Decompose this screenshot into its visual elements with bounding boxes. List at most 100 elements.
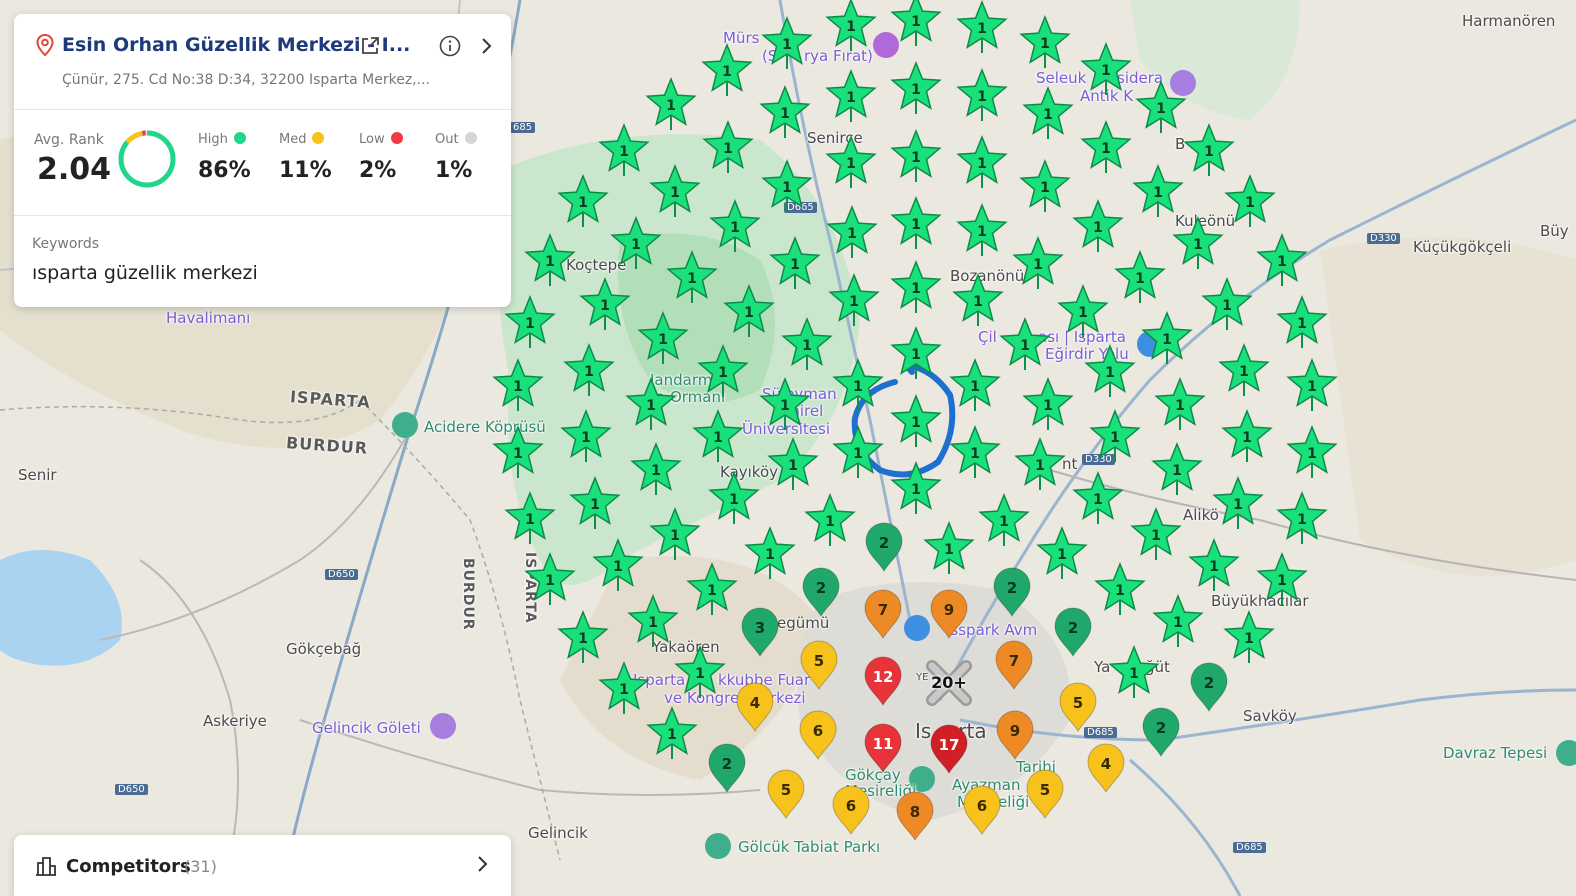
- rank-star-marker[interactable]: 1: [759, 376, 811, 437]
- rank-star-marker[interactable]: 1: [1141, 310, 1193, 371]
- rank-star-marker[interactable]: 1: [781, 316, 833, 377]
- rank-star-marker[interactable]: 1: [492, 357, 544, 418]
- rank-star-marker[interactable]: 1: [504, 490, 556, 551]
- rank-pin-marker[interactable]: 2: [992, 566, 1032, 623]
- rank-star-marker[interactable]: 1: [1084, 343, 1136, 404]
- rank-star-marker[interactable]: 1: [759, 84, 811, 145]
- rank-star-marker[interactable]: 1: [923, 520, 975, 581]
- rank-star-marker[interactable]: 1: [1114, 249, 1166, 310]
- rank-star-marker[interactable]: 1: [1212, 475, 1264, 536]
- rank-star-marker[interactable]: 1: [956, 134, 1008, 195]
- rank-star-marker[interactable]: 1: [1080, 41, 1132, 102]
- rank-star-marker[interactable]: 1: [492, 424, 544, 485]
- rank-star-marker[interactable]: 1: [649, 506, 701, 567]
- competitors-bar[interactable]: Competitors (31): [14, 835, 511, 896]
- rank-star-marker[interactable]: 1: [1135, 79, 1187, 140]
- rank-star-marker[interactable]: 1: [674, 644, 726, 705]
- rank-pin-marker[interactable]: 8: [895, 790, 935, 847]
- rank-pin-marker[interactable]: 5: [1025, 768, 1065, 825]
- rank-pin-marker[interactable]: 9: [929, 588, 969, 645]
- rank-star-marker[interactable]: 1: [557, 173, 609, 234]
- rank-star-marker[interactable]: 1: [646, 705, 698, 766]
- rank-star-marker[interactable]: 1: [524, 232, 576, 293]
- rank-pin-marker[interactable]: 5: [1058, 681, 1098, 738]
- rank-star-marker[interactable]: 1: [1057, 283, 1109, 344]
- rank-pin-marker[interactable]: 4: [1086, 742, 1126, 799]
- rank-pin-marker[interactable]: 2: [801, 566, 841, 623]
- rank-star-marker[interactable]: 1: [1019, 14, 1071, 75]
- rank-star-marker[interactable]: 1: [1224, 173, 1276, 234]
- rank-pin-marker[interactable]: 12: [863, 655, 903, 712]
- rank-star-marker[interactable]: 1: [560, 408, 612, 469]
- rank-star-marker[interactable]: 1: [832, 357, 884, 418]
- rank-star-marker[interactable]: 1: [825, 134, 877, 195]
- rank-star-marker[interactable]: 1: [761, 158, 813, 219]
- rank-star-marker[interactable]: 1: [952, 272, 1004, 333]
- rank-star-marker[interactable]: 1: [1019, 158, 1071, 219]
- rank-star-marker[interactable]: 1: [610, 215, 662, 276]
- rank-pin-marker[interactable]: 9: [995, 709, 1035, 766]
- chevron-right-icon[interactable]: [474, 34, 498, 58]
- rank-star-marker[interactable]: 1: [1172, 215, 1224, 276]
- rank-pin-marker[interactable]: 2: [707, 742, 747, 799]
- rank-pin-marker[interactable]: 3: [740, 606, 780, 663]
- rank-pin-marker[interactable]: 2: [1053, 606, 1093, 663]
- rank-star-marker[interactable]: 1: [692, 408, 744, 469]
- rank-star-marker[interactable]: 1: [956, 67, 1008, 128]
- rank-pin-marker[interactable]: 2: [1141, 706, 1181, 763]
- rank-star-marker[interactable]: 1: [826, 204, 878, 265]
- rank-star-marker[interactable]: 1: [569, 475, 621, 536]
- rank-star-marker[interactable]: 1: [701, 42, 753, 103]
- rank-star-marker[interactable]: 1: [524, 551, 576, 612]
- rank-star-marker[interactable]: 1: [1022, 376, 1074, 437]
- rank-pin-marker[interactable]: 5: [799, 639, 839, 696]
- rank-star-marker[interactable]: 1: [702, 119, 754, 180]
- rank-star-marker[interactable]: 1: [825, 0, 877, 58]
- rank-star-marker[interactable]: 1: [890, 60, 942, 121]
- rank-star-marker[interactable]: 1: [949, 424, 1001, 485]
- info-icon[interactable]: [438, 34, 462, 58]
- rank-star-marker[interactable]: 1: [769, 235, 821, 296]
- rank-pin-marker[interactable]: 6: [962, 784, 1002, 841]
- rank-star-marker[interactable]: 1: [1276, 294, 1328, 355]
- rank-star-marker[interactable]: 1: [666, 249, 718, 310]
- rank-star-marker[interactable]: 1: [1108, 644, 1160, 705]
- rank-star-marker[interactable]: 1: [890, 259, 942, 320]
- rank-star-marker[interactable]: 1: [999, 316, 1051, 377]
- rank-star-marker[interactable]: 1: [1218, 342, 1270, 403]
- rank-star-marker[interactable]: 1: [1223, 609, 1275, 670]
- rank-star-marker[interactable]: 1: [723, 283, 775, 344]
- rank-star-marker[interactable]: 1: [1022, 85, 1074, 146]
- rank-star-marker[interactable]: 1: [645, 76, 697, 137]
- rank-pin-marker[interactable]: 2: [864, 521, 904, 578]
- rank-pin-marker[interactable]: 5: [766, 768, 806, 825]
- rank-star-marker[interactable]: 1: [956, 202, 1008, 263]
- rank-star-marker[interactable]: 1: [1094, 561, 1146, 622]
- rank-star-marker[interactable]: 1: [1276, 490, 1328, 551]
- rank-star-marker[interactable]: 1: [956, 0, 1008, 60]
- rank-star-marker[interactable]: 1: [949, 357, 1001, 418]
- rank-pin-marker[interactable]: 11: [863, 722, 903, 779]
- rank-star-marker[interactable]: 1: [978, 492, 1030, 553]
- rank-star-marker[interactable]: 1: [686, 561, 738, 622]
- rank-star-marker[interactable]: 1: [1154, 376, 1206, 437]
- rank-star-marker[interactable]: 1: [1221, 408, 1273, 469]
- rank-pin-marker[interactable]: 6: [831, 784, 871, 841]
- rank-pin-marker[interactable]: 2: [1189, 661, 1229, 718]
- rank-star-marker[interactable]: 1: [890, 325, 942, 386]
- rank-star-marker[interactable]: 1: [828, 272, 880, 333]
- rank-pin-marker[interactable]: 7: [863, 588, 903, 645]
- rank-star-marker[interactable]: 1: [761, 15, 813, 76]
- chevron-right-icon[interactable]: [470, 852, 494, 876]
- rank-star-marker[interactable]: 1: [1036, 525, 1088, 586]
- rank-star-marker[interactable]: 1: [697, 343, 749, 404]
- rank-pin-marker[interactable]: 17: [929, 723, 969, 780]
- rank-star-marker[interactable]: 1: [592, 537, 644, 598]
- rank-star-marker[interactable]: 1: [1188, 537, 1240, 598]
- rank-star-marker[interactable]: 1: [1151, 441, 1203, 502]
- rank-star-marker[interactable]: 1: [1080, 119, 1132, 180]
- rank-star-marker[interactable]: 1: [1256, 551, 1308, 612]
- rank-star-marker[interactable]: 1: [627, 593, 679, 654]
- rank-pin-marker[interactable]: 7: [994, 639, 1034, 696]
- rank-star-marker[interactable]: 1: [890, 460, 942, 521]
